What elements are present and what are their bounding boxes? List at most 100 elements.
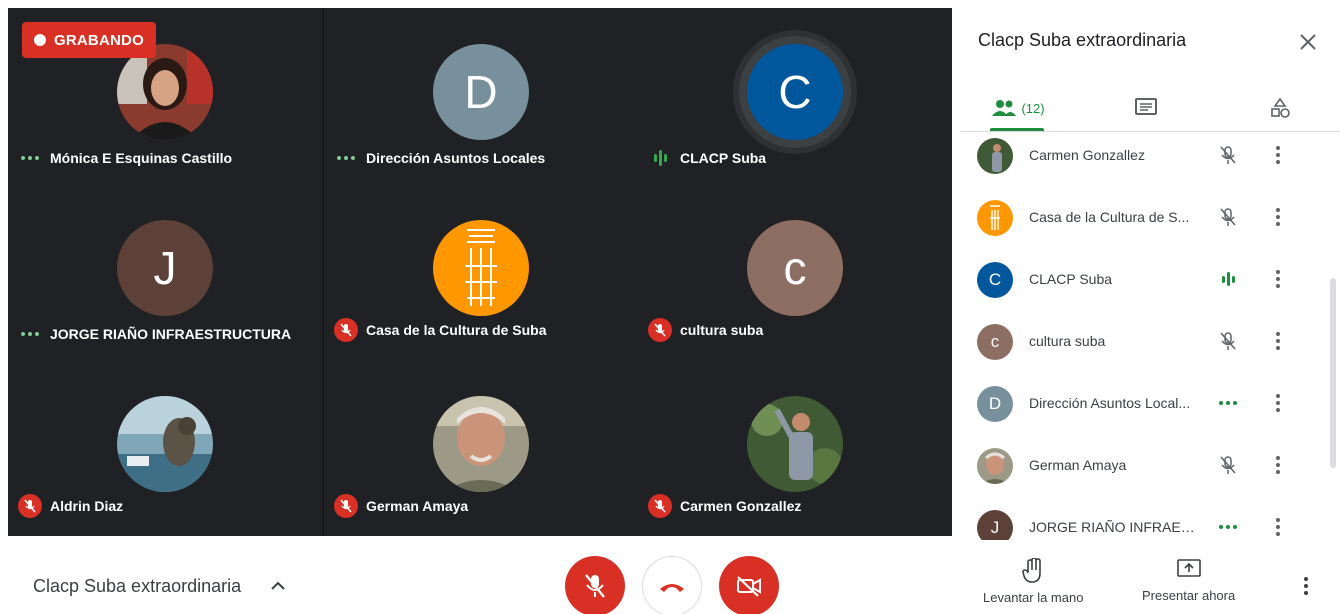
- leave-call-button[interactable]: [642, 556, 702, 614]
- letter-avatar: C: [977, 262, 1013, 298]
- participant-row[interactable]: German Amaya: [960, 442, 1320, 504]
- letter-avatar: c: [977, 324, 1013, 360]
- participant-name: German Amaya: [1029, 457, 1127, 473]
- more-options-icon[interactable]: [1266, 267, 1290, 291]
- mic-off-icon: [648, 494, 672, 518]
- more-options-icon[interactable]: [1266, 391, 1290, 415]
- participant-name: Casa de la Cultura de S...: [1029, 209, 1190, 225]
- activities-icon: [1271, 97, 1290, 118]
- more-options-icon[interactable]: [1266, 515, 1290, 539]
- present-now-button[interactable]: Presentar ahora: [1142, 558, 1235, 603]
- connecting-dots-icon: [1216, 515, 1240, 539]
- tile-name: Casa de la Cultura de Suba: [366, 322, 547, 338]
- tile-name: Aldrin Diaz: [50, 498, 124, 514]
- letter-avatar: c: [747, 220, 843, 316]
- tile-name: cultura suba: [680, 322, 764, 338]
- letter-avatar: D: [433, 44, 529, 140]
- more-options-icon[interactable]: [1266, 143, 1290, 167]
- letter-avatar: D: [977, 386, 1013, 422]
- people-count: (12): [1021, 100, 1045, 116]
- mic-off-icon: [334, 318, 358, 342]
- more-options-icon[interactable]: [1266, 329, 1290, 353]
- connecting-dots-icon: [18, 156, 42, 160]
- hang-up-icon: [660, 584, 684, 592]
- chat-icon: [1135, 98, 1157, 115]
- raise-hand-label: Levantar la mano: [983, 590, 1084, 605]
- mic-off-icon: [1216, 205, 1240, 229]
- panel-title: Clacp Suba extraordinaria: [978, 30, 1187, 50]
- meeting-title[interactable]: Clacp Suba extraordinaria: [33, 576, 241, 597]
- mic-off-icon: [1216, 453, 1240, 477]
- tile-name: Carmen Gonzallez: [680, 498, 802, 514]
- mic-off-icon: [18, 494, 42, 518]
- participant-name: cultura suba: [1029, 333, 1106, 349]
- participant-name: JORGE RIAÑO INFRAES...: [1029, 519, 1199, 535]
- connecting-dots-icon: [334, 156, 358, 160]
- mic-off-icon: [334, 494, 358, 518]
- participant-list[interactable]: Carmen Gonzallez Casa de la Cultura de S…: [960, 132, 1340, 540]
- close-icon[interactable]: [1294, 28, 1322, 56]
- participant-row[interactable]: Casa de la Cultura de S...: [960, 194, 1320, 256]
- participant-name: CLACP Suba: [1029, 271, 1113, 287]
- tab-people[interactable]: (12): [986, 84, 1050, 132]
- camera-toggle-button[interactable]: [719, 556, 779, 614]
- letter-avatar: J: [977, 510, 1013, 540]
- participant-tile[interactable]: C CLACP Suba: [638, 8, 952, 184]
- tile-name: CLACP Suba: [680, 150, 767, 166]
- present-label: Presentar ahora: [1142, 588, 1236, 603]
- speaking-icon: [648, 150, 672, 166]
- scrollbar[interactable]: [1330, 278, 1336, 468]
- logo-avatar: [433, 220, 529, 316]
- participant-row[interactable]: D Dirección Asuntos Local...: [960, 380, 1320, 442]
- mic-toggle-button[interactable]: [565, 556, 625, 614]
- camera-off-icon: [737, 576, 761, 597]
- participant-tile[interactable]: Casa de la Cultura de Suba: [324, 184, 638, 360]
- participant-name: Carmen Gonzallez: [1029, 147, 1145, 163]
- participant-tile[interactable]: J JORGE RIAÑO INFRAESTRUCTURA: [8, 184, 322, 360]
- hand-icon: [1022, 558, 1042, 583]
- video-grid: Mónica E Esquinas Castillo D Dirección A…: [8, 8, 952, 536]
- more-options-icon[interactable]: [1296, 574, 1316, 598]
- participant-photo: [977, 448, 1013, 484]
- letter-avatar: J: [117, 220, 213, 316]
- connecting-dots-icon: [1216, 391, 1240, 415]
- logo-avatar: [977, 200, 1013, 236]
- participant-row[interactable]: Carmen Gonzallez: [960, 132, 1320, 194]
- more-options-icon[interactable]: [1266, 205, 1290, 229]
- participant-tile[interactable]: German Amaya: [324, 360, 638, 536]
- tile-name: JORGE RIAÑO INFRAESTRUCTURA: [50, 326, 292, 342]
- participant-row[interactable]: C CLACP Suba: [960, 256, 1320, 318]
- participant-name: Dirección Asuntos Local...: [1029, 395, 1191, 411]
- tab-activities[interactable]: [1260, 84, 1300, 132]
- participant-photo: [977, 138, 1013, 174]
- participant-tile[interactable]: Carmen Gonzallez: [638, 360, 952, 536]
- participant-photo: [117, 396, 213, 492]
- participant-photo: [747, 396, 843, 492]
- letter-avatar: C: [747, 44, 843, 140]
- raise-hand-button[interactable]: Levantar la mano: [983, 558, 1083, 605]
- participant-tile[interactable]: D Dirección Asuntos Locales: [324, 8, 638, 184]
- people-icon: [992, 100, 1017, 116]
- tile-name: German Amaya: [366, 498, 469, 514]
- chevron-up-icon[interactable]: [268, 576, 288, 596]
- mic-off-icon: [585, 574, 605, 598]
- bottom-bar: Clacp Suba extraordinaria Levantar la ma…: [0, 540, 1340, 614]
- participants-panel: Clacp Suba extraordinaria (12) Carmen Go…: [960, 0, 1340, 540]
- participant-tile[interactable]: Aldrin Diaz: [8, 360, 322, 536]
- mic-off-icon: [1216, 143, 1240, 167]
- culture-house-logo-icon: [465, 229, 497, 306]
- participant-tile[interactable]: c cultura suba: [638, 184, 952, 360]
- present-screen-icon: [1176, 559, 1201, 577]
- more-options-icon[interactable]: [1266, 453, 1290, 477]
- mic-off-icon: [648, 318, 672, 342]
- record-dot-icon: [34, 34, 46, 46]
- recording-label: GRABANDO: [54, 31, 144, 49]
- tile-name: Dirección Asuntos Locales: [366, 150, 546, 166]
- tile-name: Mónica E Esquinas Castillo: [50, 150, 233, 166]
- tab-chat[interactable]: [1126, 84, 1166, 132]
- participant-row[interactable]: J JORGE RIAÑO INFRAES...: [960, 504, 1320, 540]
- participant-row[interactable]: c cultura suba: [960, 318, 1320, 380]
- recording-badge: GRABANDO: [22, 22, 156, 58]
- speaking-icon: [1216, 267, 1240, 291]
- connecting-dots-icon: [18, 332, 42, 336]
